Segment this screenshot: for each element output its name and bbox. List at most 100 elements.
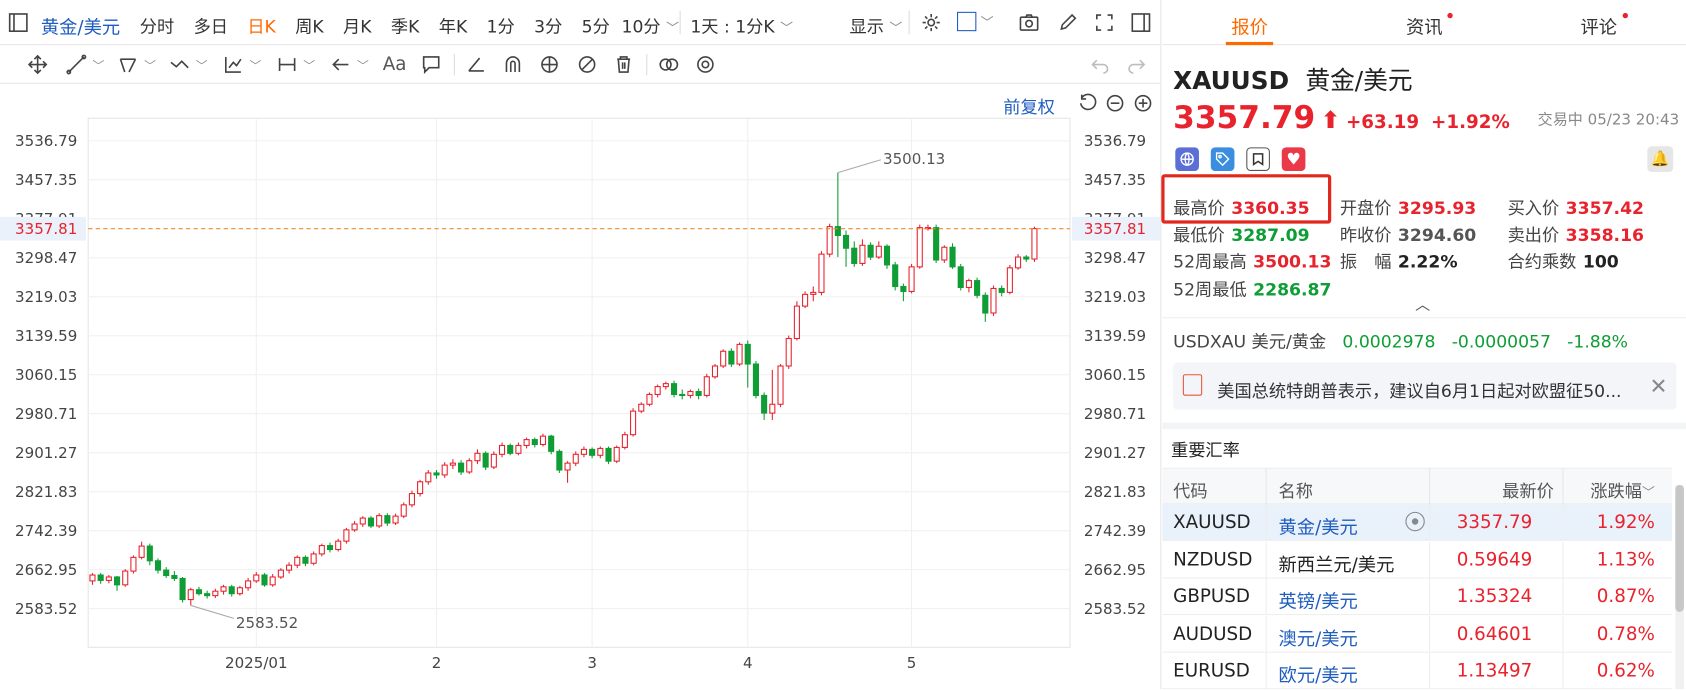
period-tab[interactable]: 季K (391, 12, 419, 38)
rate-row[interactable]: AUDUSD 澳元/美元 0.64601 0.78% (1162, 615, 1673, 653)
adjust-mode-link[interactable]: 前复权 (1003, 92, 1055, 118)
move-cross-icon[interactable] (26, 53, 50, 77)
alert-bell-icon[interactable]: 🔔 (1647, 146, 1674, 173)
fib-tool-icon[interactable] (222, 53, 246, 77)
zoom-in-icon[interactable] (1131, 91, 1155, 115)
layout-dropdown[interactable]: ﹀ (957, 11, 994, 32)
period-tab[interactable]: 5分 (582, 12, 610, 38)
rate-name[interactable]: 黄金/美元 (1279, 512, 1358, 539)
range-dropdown[interactable]: 1天 : 1分K ﹀ (690, 12, 793, 38)
measure-tool-icon[interactable] (275, 53, 299, 77)
rate-name[interactable]: 欧元/美元 (1279, 660, 1358, 688)
rate-name[interactable]: 澳元/美元 (1279, 623, 1358, 651)
rate-price: 0.64601 (1456, 623, 1533, 645)
rate-row[interactable]: EURUSD 欧元/美元 1.13497 0.62% (1162, 652, 1673, 690)
hide-drawing-icon[interactable] (575, 53, 599, 77)
panel-toggle-icon[interactable] (1129, 11, 1153, 35)
zoom-out-icon[interactable] (1103, 91, 1127, 115)
compare-icon[interactable] (657, 53, 681, 77)
trash-icon[interactable] (612, 53, 636, 77)
chevron-down-icon[interactable]: ﹀ (92, 57, 104, 74)
candle (679, 393, 686, 397)
scrollbar-thumb[interactable] (1675, 484, 1684, 612)
y-tick-label-right: 3536.79 (1084, 132, 1146, 150)
quote-header: XAUUSD 黄金/美元 (1173, 60, 1412, 97)
quote-tab[interactable]: 资讯 (1337, 0, 1512, 45)
redo-icon[interactable] (1125, 53, 1149, 77)
period-tab[interactable]: 1分 (487, 12, 515, 38)
candle (367, 517, 375, 527)
y-tick-label-right: 2742.39 (1084, 522, 1146, 540)
news-headline[interactable]: 美国总统特朗普表示，建议自6月1日起对欧盟征50... (1217, 376, 1621, 402)
candlestick-chart[interactable]: 3536.793536.793457.353457.353377.913377.… (0, 116, 1161, 689)
inverse-quote[interactable]: USDXAU 美元/黄金 0.0002978 -0.0000057 -1.88% (1173, 327, 1628, 353)
quote-tab[interactable]: 评论 (1512, 0, 1686, 45)
header-change-pct[interactable]: 涨跌幅﹀ (1590, 476, 1655, 502)
rate-name[interactable]: 英镑/美元 (1279, 586, 1358, 613)
rate-row[interactable]: GBPUSD 英镑/美元 1.35324 0.87% (1162, 578, 1673, 616)
candle (1015, 256, 1022, 269)
chevron-down-icon[interactable]: ﹀ (357, 57, 369, 74)
candle (89, 574, 96, 582)
undo-icon[interactable] (1088, 53, 1112, 77)
candle (179, 577, 186, 601)
reset-zoom-icon[interactable] (1075, 91, 1099, 115)
chevron-down-icon[interactable]: ﹀ (144, 57, 156, 74)
period-tab[interactable]: 日K (247, 12, 275, 38)
candle (253, 574, 260, 582)
display-dropdown[interactable]: 显示 ﹀ (849, 12, 902, 38)
rate-row[interactable]: NZDUSD 新西兰元/美元 0.59649 1.13% (1162, 541, 1673, 578)
collapse-chevron-icon[interactable]: ︿ (1415, 294, 1430, 316)
cell-divider (1265, 504, 1267, 541)
magnet-icon[interactable] (501, 53, 525, 77)
trend-line-icon[interactable] (65, 53, 89, 77)
indicator-settings-icon[interactable] (694, 53, 718, 77)
top-toolbar: 黄金/美元 分时 多日 日K 周K 月K 季K 年K 1分 3分 5分 10分 ﹀ 1天 : 1分… (0, 0, 1161, 46)
candle (163, 569, 170, 577)
rate-row[interactable]: XAUUSD 黄金/美元 3357.79 1.92% (1162, 504, 1673, 541)
period-tab[interactable]: 周K (295, 12, 323, 38)
quote-stat: 开盘价 3295.93 (1340, 194, 1476, 220)
comment-icon[interactable] (419, 53, 443, 77)
period-tab[interactable]: 3分 (534, 12, 562, 38)
notes-icon[interactable] (1246, 147, 1270, 171)
candle (523, 439, 530, 447)
lock-drawing-icon[interactable] (538, 53, 562, 77)
period-tab[interactable]: 月K (343, 12, 371, 38)
close-icon[interactable]: ✕ (1650, 373, 1668, 399)
channel-tool-icon[interactable] (116, 53, 140, 77)
ruler-icon[interactable] (465, 53, 489, 77)
wave-tool-icon[interactable] (168, 53, 192, 77)
favorite-heart-icon[interactable]: ♥ (1281, 147, 1306, 171)
sidebar-toggle-icon[interactable] (6, 11, 30, 35)
fullscreen-icon[interactable] (1093, 11, 1117, 35)
arrow-left-icon[interactable] (329, 53, 353, 77)
candle (949, 246, 956, 268)
camera-icon[interactable] (1017, 11, 1041, 35)
candle (883, 245, 891, 266)
symbol-pair-link[interactable]: 黄金/美元 (41, 12, 120, 39)
candle (245, 580, 252, 589)
globe-icon[interactable] (1175, 147, 1199, 171)
tag-icon[interactable] (1210, 147, 1235, 171)
pencil-icon[interactable] (1056, 11, 1080, 35)
header-price[interactable]: 最新价 (1502, 476, 1554, 502)
price-change: +63.19 (1345, 111, 1420, 134)
text-tool-icon[interactable]: Aa (383, 54, 407, 76)
chevron-down-icon[interactable]: ﹀ (196, 57, 208, 74)
period-tab[interactable]: 年K (439, 12, 467, 38)
news-doc-icon (1182, 374, 1203, 396)
candle (507, 444, 514, 454)
period-tab[interactable]: 分时 (140, 12, 174, 38)
quote-tab[interactable]: 报价 (1162, 0, 1337, 46)
display-dropdown-label: 显示 (849, 16, 884, 37)
period-tab[interactable]: 多日 (194, 12, 228, 38)
chevron-down-icon[interactable]: ﹀ (303, 57, 315, 74)
chevron-down-icon[interactable]: ﹀ (249, 57, 261, 74)
quote-tab-label: 评论 (1580, 17, 1618, 39)
candle (195, 589, 203, 595)
period-dropdown[interactable]: 10分 ﹀ (622, 12, 680, 38)
quote-stat: 52周最低 2286.87 (1173, 275, 1331, 301)
settings-gear-icon[interactable] (919, 11, 943, 35)
last-price: 3357.79 (1173, 98, 1316, 136)
